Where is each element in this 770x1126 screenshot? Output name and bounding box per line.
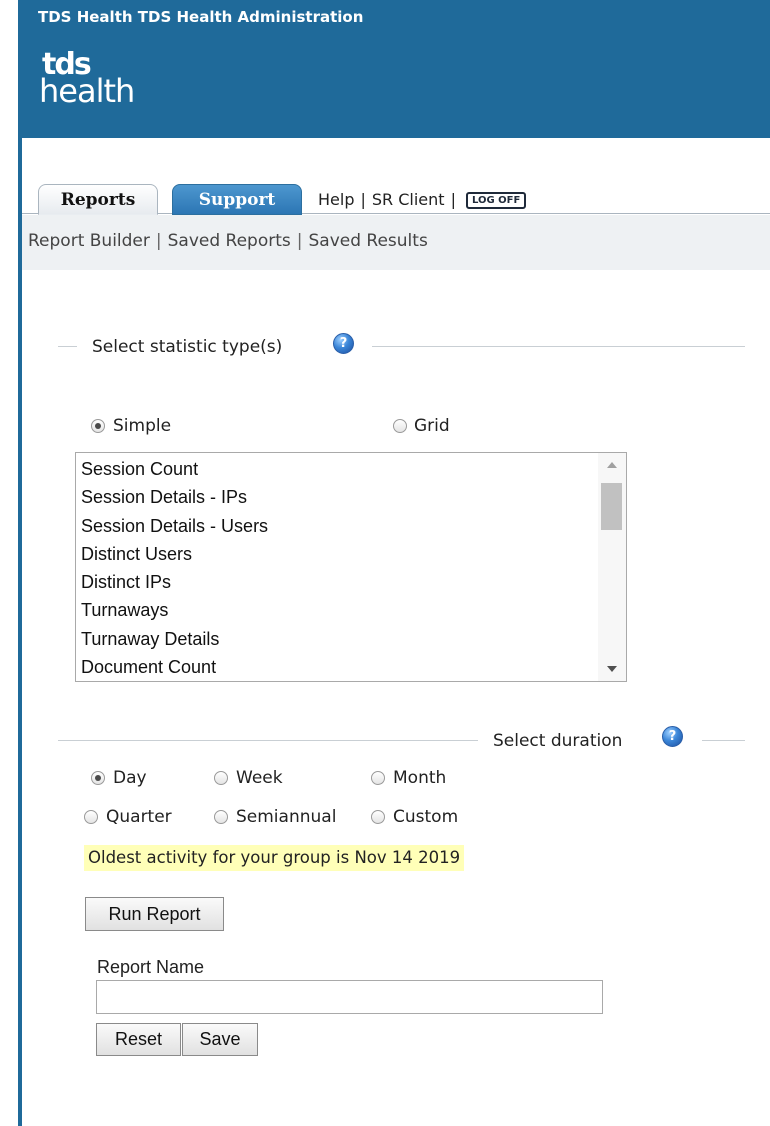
section-divider: [372, 346, 745, 347]
quarter-radio[interactable]: [84, 810, 98, 824]
tab-reports[interactable]: Reports: [38, 184, 158, 215]
list-item[interactable]: Session Count: [81, 455, 268, 483]
section-divider: [58, 740, 478, 741]
section-divider: [702, 740, 745, 741]
statistic-options: Session Count Session Details - IPs Sess…: [81, 455, 268, 681]
listbox-scrollbar[interactable]: [598, 453, 626, 681]
custom-radio-label: Custom: [393, 807, 459, 827]
day-radio-label: Day: [113, 768, 147, 788]
top-links: Help | SR Client | LOG OFF: [318, 190, 527, 209]
saved-reports-link[interactable]: Saved Reports: [168, 231, 291, 251]
logo-text-health: health: [39, 72, 135, 110]
report-name-input[interactable]: [96, 980, 603, 1014]
week-radio[interactable]: [214, 771, 228, 785]
help-link[interactable]: Help: [318, 190, 354, 209]
list-item[interactable]: Distinct IPs: [81, 568, 268, 596]
list-item[interactable]: Session Details - Users: [81, 512, 268, 540]
header-bar: TDS Health TDS Health Administration tds…: [22, 0, 770, 138]
section-divider: [58, 346, 77, 347]
semiannual-radio-label: Semiannual: [236, 807, 337, 827]
duration-section-title: Select duration: [493, 731, 623, 751]
duration-help-icon[interactable]: ?: [662, 726, 683, 747]
saved-results-link[interactable]: Saved Results: [309, 231, 428, 251]
semiannual-radio[interactable]: [214, 810, 228, 824]
list-item[interactable]: Document Count: [81, 653, 268, 681]
month-radio-label: Month: [393, 768, 447, 788]
list-item[interactable]: Turnaways: [81, 596, 268, 624]
link-separator: |: [360, 190, 366, 209]
list-item[interactable]: Turnaway Details: [81, 625, 268, 653]
oldest-activity-notice: Oldest activity for your group is Nov 14…: [84, 845, 465, 871]
grid-radio-label: Grid: [414, 416, 450, 436]
link-separator: |: [450, 190, 456, 209]
run-report-button[interactable]: Run Report: [85, 897, 224, 931]
subnav-separator: |: [155, 231, 162, 251]
simple-radio-label: Simple: [113, 416, 172, 436]
app-title: TDS Health TDS Health Administration: [38, 8, 364, 26]
month-radio[interactable]: [371, 771, 385, 785]
logoff-button[interactable]: LOG OFF: [465, 192, 527, 209]
tab-support[interactable]: Support: [172, 184, 302, 215]
sr-client-link[interactable]: SR Client: [372, 190, 445, 209]
subnav-separator: |: [296, 231, 303, 251]
grid-radio[interactable]: [393, 419, 407, 433]
save-button[interactable]: Save: [182, 1023, 258, 1056]
custom-radio[interactable]: [371, 810, 385, 824]
left-border: [18, 0, 22, 1126]
scroll-down-arrow-icon[interactable]: [607, 666, 617, 672]
reset-button[interactable]: Reset: [96, 1023, 181, 1056]
week-radio-label: Week: [236, 768, 283, 788]
statistic-section-title: Select statistic type(s): [92, 337, 283, 357]
report-name-label: Report Name: [97, 957, 205, 977]
list-item[interactable]: Session Details - IPs: [81, 483, 268, 511]
report-builder-link[interactable]: Report Builder: [28, 231, 150, 251]
quarter-radio-label: Quarter: [106, 807, 172, 827]
main-tabs: Reports Support Help | SR Client | LOG OFF: [22, 180, 770, 215]
list-item[interactable]: Distinct Users: [81, 540, 268, 568]
sub-navigation: Report Builder | Saved Reports | Saved Resul…: [22, 215, 770, 270]
statistic-help-icon[interactable]: ?: [333, 333, 354, 354]
subnav-links: Report Builder | Saved Reports | Saved Resul…: [28, 231, 428, 251]
statistic-type-listbox[interactable]: Session Count Session Details - IPs Sess…: [75, 452, 627, 682]
simple-radio[interactable]: [91, 419, 105, 433]
scroll-up-arrow-icon[interactable]: [607, 462, 617, 468]
scroll-thumb[interactable]: [601, 483, 622, 530]
day-radio[interactable]: [91, 771, 105, 785]
